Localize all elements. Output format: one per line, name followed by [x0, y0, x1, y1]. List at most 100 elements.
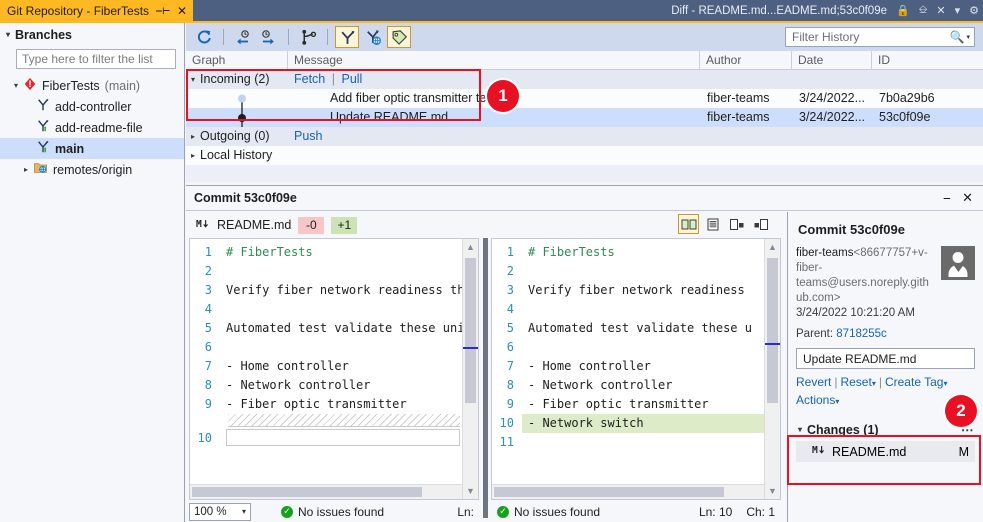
actions-link[interactable]: Actions [796, 393, 835, 407]
graph-cell [186, 89, 288, 108]
column-header-graph[interactable]: Graph [186, 50, 288, 70]
line-number: 5 [204, 321, 212, 335]
branch-graph-icon[interactable] [296, 26, 320, 48]
lock-icon[interactable]: 🔒 [896, 4, 910, 17]
line-text: - Network controller [226, 378, 371, 392]
history-group-local[interactable]: Local History [186, 146, 983, 165]
history-group-incoming[interactable]: Incoming (2) Fetch | Pull [186, 70, 983, 89]
sidebar-item-main[interactable]: main [0, 138, 184, 159]
line-number-status: Ln: 10 [698, 504, 733, 519]
show-local-branches-icon[interactable] [335, 26, 359, 48]
scrollbar-thumb[interactable] [767, 258, 778, 403]
code-line: 5 Automated test validate these u [492, 319, 780, 338]
diff-window-titlebar: Commit 53c0f09e ⎯ ✕ [186, 186, 983, 211]
fetch-link[interactable]: Fetch [294, 72, 325, 86]
history-group-outgoing[interactable]: Outgoing (0) Push [186, 127, 983, 146]
fetch-incoming-icon[interactable] [231, 26, 255, 48]
chevron-down-icon[interactable] [798, 426, 802, 434]
chevron-down-icon[interactable] [6, 31, 10, 39]
changes-header[interactable]: Changes (1) ⋯ [796, 422, 975, 438]
branches-header[interactable]: Branches [0, 23, 184, 48]
show-remote-branches-icon[interactable] [361, 26, 385, 48]
git-repository-tool-tab[interactable]: Git Repository - FiberTests ⎯⊢ ✕ [0, 0, 194, 21]
close-icon[interactable]: ✕ [936, 4, 945, 17]
pull-link[interactable]: Pull [341, 72, 362, 86]
diff-view-mode-buttons [678, 214, 771, 234]
author-cell [700, 127, 792, 146]
gear-icon[interactable]: ⚙ [969, 4, 979, 17]
horizontal-scrollbar[interactable] [190, 484, 462, 499]
chevron-right-icon[interactable] [24, 166, 28, 174]
chevron-down-icon[interactable]: ▾ [943, 379, 947, 388]
id-cell [872, 146, 982, 165]
chevron-right-icon[interactable] [191, 152, 195, 160]
column-header-message[interactable]: Message [288, 50, 700, 70]
group-expander-cell[interactable]: Outgoing (0) [186, 127, 288, 146]
tree-item-fibertests[interactable]: FiberTests (main) [0, 75, 184, 96]
minimize-icon[interactable]: ⎯ [944, 190, 951, 206]
vertical-scrollbar[interactable]: ▲ ▼ [764, 239, 780, 499]
list-item[interactable]: M README.md M [796, 441, 975, 462]
chevron-down-icon[interactable] [14, 82, 18, 90]
revert-link[interactable]: Revert [796, 375, 831, 389]
group-expander-cell[interactable]: Incoming (2) [186, 70, 288, 89]
close-icon[interactable]: ✕ [177, 4, 187, 18]
chevron-down-icon[interactable]: ▾ [835, 397, 839, 406]
table-row[interactable]: Add fiber optic transmitter test fiber-t… [186, 89, 983, 108]
group-label: Outgoing (0) [200, 129, 270, 143]
left-only-view-icon[interactable] [726, 214, 747, 234]
show-tags-icon[interactable] [387, 26, 411, 48]
push-outgoing-icon[interactable] [257, 26, 281, 48]
scroll-up-arrow-icon[interactable]: ▲ [765, 239, 780, 255]
scroll-down-arrow-icon[interactable]: ▼ [463, 483, 478, 499]
pin-icon[interactable]: ⎯⊢ [156, 3, 170, 18]
line-number: 8 [506, 378, 514, 392]
refresh-icon[interactable] [192, 26, 216, 48]
column-header-author[interactable]: Author [700, 50, 792, 70]
toolbar-separator [288, 29, 289, 45]
scrollbar-thumb[interactable] [465, 258, 476, 403]
document-tab-group: Diff - README.md...EADME.md;53c0f09e 🔒 ⎒… [671, 0, 979, 21]
scroll-down-arrow-icon[interactable]: ▼ [765, 483, 780, 499]
reset-link[interactable]: Reset [840, 375, 871, 389]
document-tab-title[interactable]: Diff - README.md...EADME.md;53c0f09e [671, 5, 887, 17]
inline-view-icon[interactable] [702, 214, 723, 234]
scroll-up-arrow-icon[interactable]: ▲ [463, 239, 478, 255]
right-only-view-icon[interactable] [750, 214, 771, 234]
group-expander-cell[interactable]: Local History [186, 146, 288, 165]
column-header-id[interactable]: ID [872, 51, 982, 70]
pane-divider[interactable] [483, 238, 488, 518]
close-icon[interactable]: ✕ [962, 190, 973, 206]
history-filter-box[interactable]: 🔍 ▾ [785, 27, 975, 47]
sidebar-item-add-controller[interactable]: add-controller [0, 96, 184, 117]
chevron-down-icon[interactable]: ▾ [872, 379, 876, 388]
chevron-down-icon[interactable]: ▾ [966, 33, 970, 41]
chevron-right-icon[interactable] [191, 133, 195, 141]
sidebar-item-add-readme-file[interactable]: add-readme-file [0, 117, 184, 138]
float-window-icon[interactable]: ⎒ [919, 4, 928, 17]
sidebar-item-remotes-origin[interactable]: remotes/origin [0, 159, 184, 180]
scrollbar-thumb[interactable] [192, 487, 422, 497]
table-row[interactable]: Update README.md fiber-teams 3/24/2022..… [186, 108, 983, 127]
parent-commit-link[interactable]: 8718255c [836, 328, 887, 340]
search-icon[interactable]: 🔍 [950, 30, 965, 44]
chevron-down-icon[interactable]: ▾ [242, 507, 246, 516]
commit-message-field[interactable]: Update README.md [796, 348, 975, 369]
branch-filter-input[interactable] [22, 52, 170, 66]
zoom-level-select[interactable]: 100 % ▾ [189, 502, 251, 521]
branch-filter-box[interactable] [16, 49, 176, 69]
commit-timestamp: 3/24/2022 10:21:20 AM [796, 307, 915, 319]
chevron-down-icon[interactable]: ▾ [955, 4, 961, 17]
line-number: 7 [204, 359, 212, 373]
scrollbar-thumb[interactable] [494, 487, 724, 497]
column-header-date[interactable]: Date [792, 50, 872, 70]
diff-pane-left[interactable]: 1 # FiberTests 2 3 Verify fiber network re… [189, 238, 479, 500]
vertical-scrollbar[interactable]: ▲ ▼ [462, 239, 478, 499]
horizontal-scrollbar[interactable] [492, 484, 764, 499]
push-link[interactable]: Push [294, 129, 323, 143]
diff-pane-right[interactable]: 1 # FiberTests 2 3 Verify fiber network re… [491, 238, 781, 500]
chevron-down-icon[interactable] [191, 76, 195, 84]
side-by-side-view-icon[interactable] [678, 214, 699, 234]
create-tag-link[interactable]: Create Tag [885, 375, 943, 389]
history-filter-input[interactable] [792, 30, 950, 44]
